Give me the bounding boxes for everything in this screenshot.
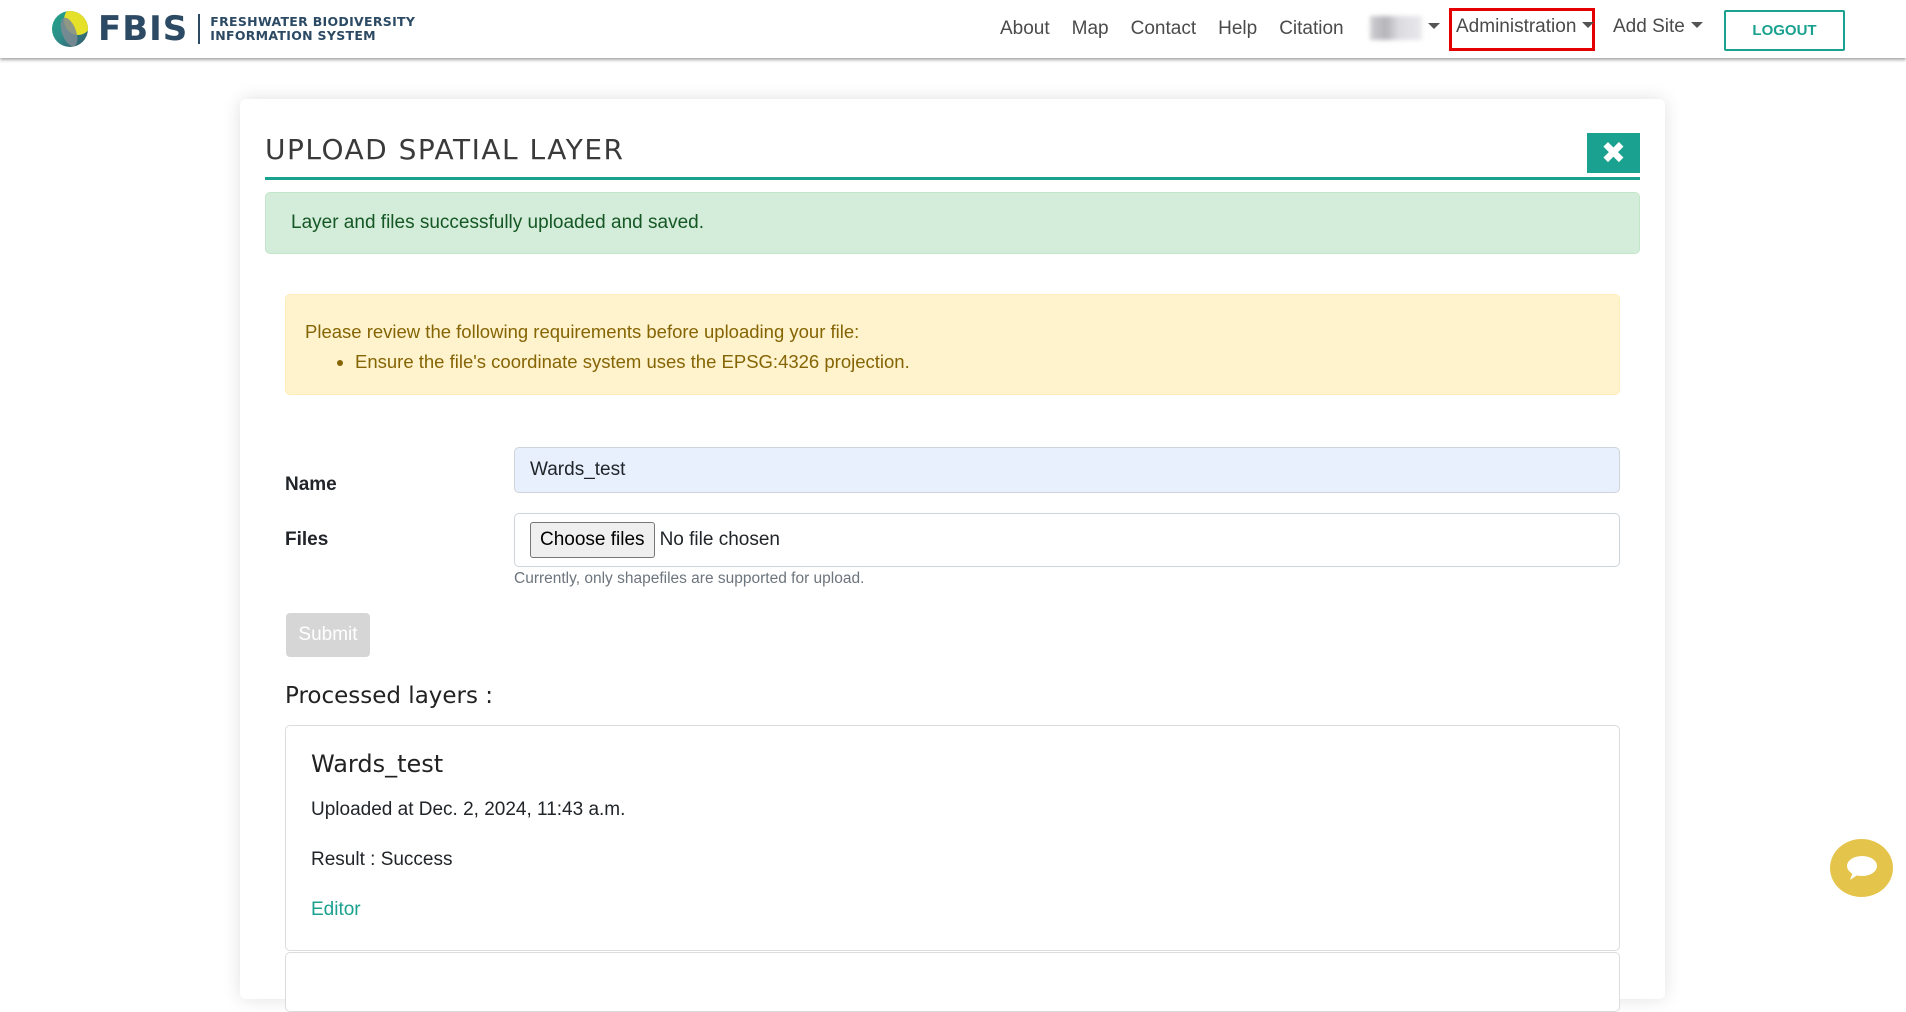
logo-mark-icon: [52, 11, 88, 47]
fbis-logo[interactable]: FBIS FRESHWATER BIODIVERSITY INFORMATION…: [52, 11, 415, 47]
logo-separator: [198, 14, 201, 44]
logout-button[interactable]: LOGOUT: [1724, 10, 1845, 51]
nav-help[interactable]: Help: [1218, 18, 1257, 40]
layer-name: Wards_test: [311, 750, 444, 778]
layer-uploaded-at: Uploaded at Dec. 2, 2024, 11:43 a.m.: [311, 799, 626, 820]
title-divider: [265, 177, 1640, 180]
nav-map[interactable]: Map: [1072, 18, 1109, 40]
submit-button[interactable]: Submit: [286, 613, 370, 657]
top-navbar: FBIS FRESHWATER BIODIVERSITY INFORMATION…: [0, 0, 1906, 58]
files-label: Files: [285, 529, 329, 550]
layer-result: Result : Success: [311, 849, 453, 870]
name-input[interactable]: [514, 447, 1620, 493]
logo-subtitle-line2: INFORMATION SYSTEM: [210, 28, 376, 43]
chat-button[interactable]: [1830, 839, 1893, 897]
add-site-dropdown[interactable]: Add Site: [1613, 16, 1703, 38]
success-alert: Layer and files successfully uploaded an…: [265, 192, 1640, 254]
page-title: UPLOAD SPATIAL LAYER: [265, 133, 625, 166]
requirements-list: Ensure the file's coordinate system uses…: [305, 347, 1600, 377]
layer-editor-link[interactable]: Editor: [311, 899, 361, 921]
user-name-blurred: [1370, 16, 1422, 40]
administration-dropdown[interactable]: Administration: [1456, 16, 1595, 38]
caret-down-icon: [1690, 21, 1703, 28]
close-icon: ✖: [1600, 135, 1627, 171]
no-file-chosen-text: No file chosen: [659, 529, 780, 550]
user-menu-dropdown[interactable]: [1370, 16, 1440, 40]
nav-contact[interactable]: Contact: [1131, 18, 1196, 40]
add-site-label: Add Site: [1613, 16, 1685, 37]
processed-layers-heading: Processed layers :: [285, 683, 494, 709]
nav-about[interactable]: About: [1000, 18, 1050, 40]
name-label: Name: [285, 474, 337, 495]
requirements-intro: Please review the following requirements…: [305, 321, 860, 342]
success-message: Layer and files successfully uploaded an…: [291, 212, 704, 233]
chat-bubble-icon: [1846, 856, 1877, 880]
processed-layer-item-next: [285, 952, 1620, 1012]
caret-down-icon: [1428, 23, 1440, 29]
upload-spatial-layer-card: UPLOAD SPATIAL LAYER ✖ Layer and files s…: [240, 99, 1665, 1012]
logo-subtitle-line1: FRESHWATER BIODIVERSITY: [210, 14, 416, 29]
caret-down-icon: [1582, 21, 1595, 28]
requirement-item: Ensure the file's coordinate system uses…: [355, 347, 1600, 377]
logo-subtitle: FRESHWATER BIODIVERSITY INFORMATION SYST…: [210, 15, 415, 43]
close-button[interactable]: ✖: [1587, 133, 1640, 173]
logo-name: FBIS: [98, 9, 189, 49]
administration-label: Administration: [1456, 16, 1577, 37]
files-input[interactable]: Choose files No file chosen: [514, 513, 1620, 567]
requirements-alert: Please review the following requirements…: [285, 294, 1620, 395]
nav-links: About Map Contact Help Citation: [1000, 0, 1366, 58]
files-help-text: Currently, only shapefiles are supported…: [514, 570, 865, 587]
choose-files-button[interactable]: Choose files: [530, 522, 655, 558]
processed-layer-item: Wards_test Uploaded at Dec. 2, 2024, 11:…: [285, 725, 1620, 951]
nav-citation[interactable]: Citation: [1279, 18, 1343, 40]
